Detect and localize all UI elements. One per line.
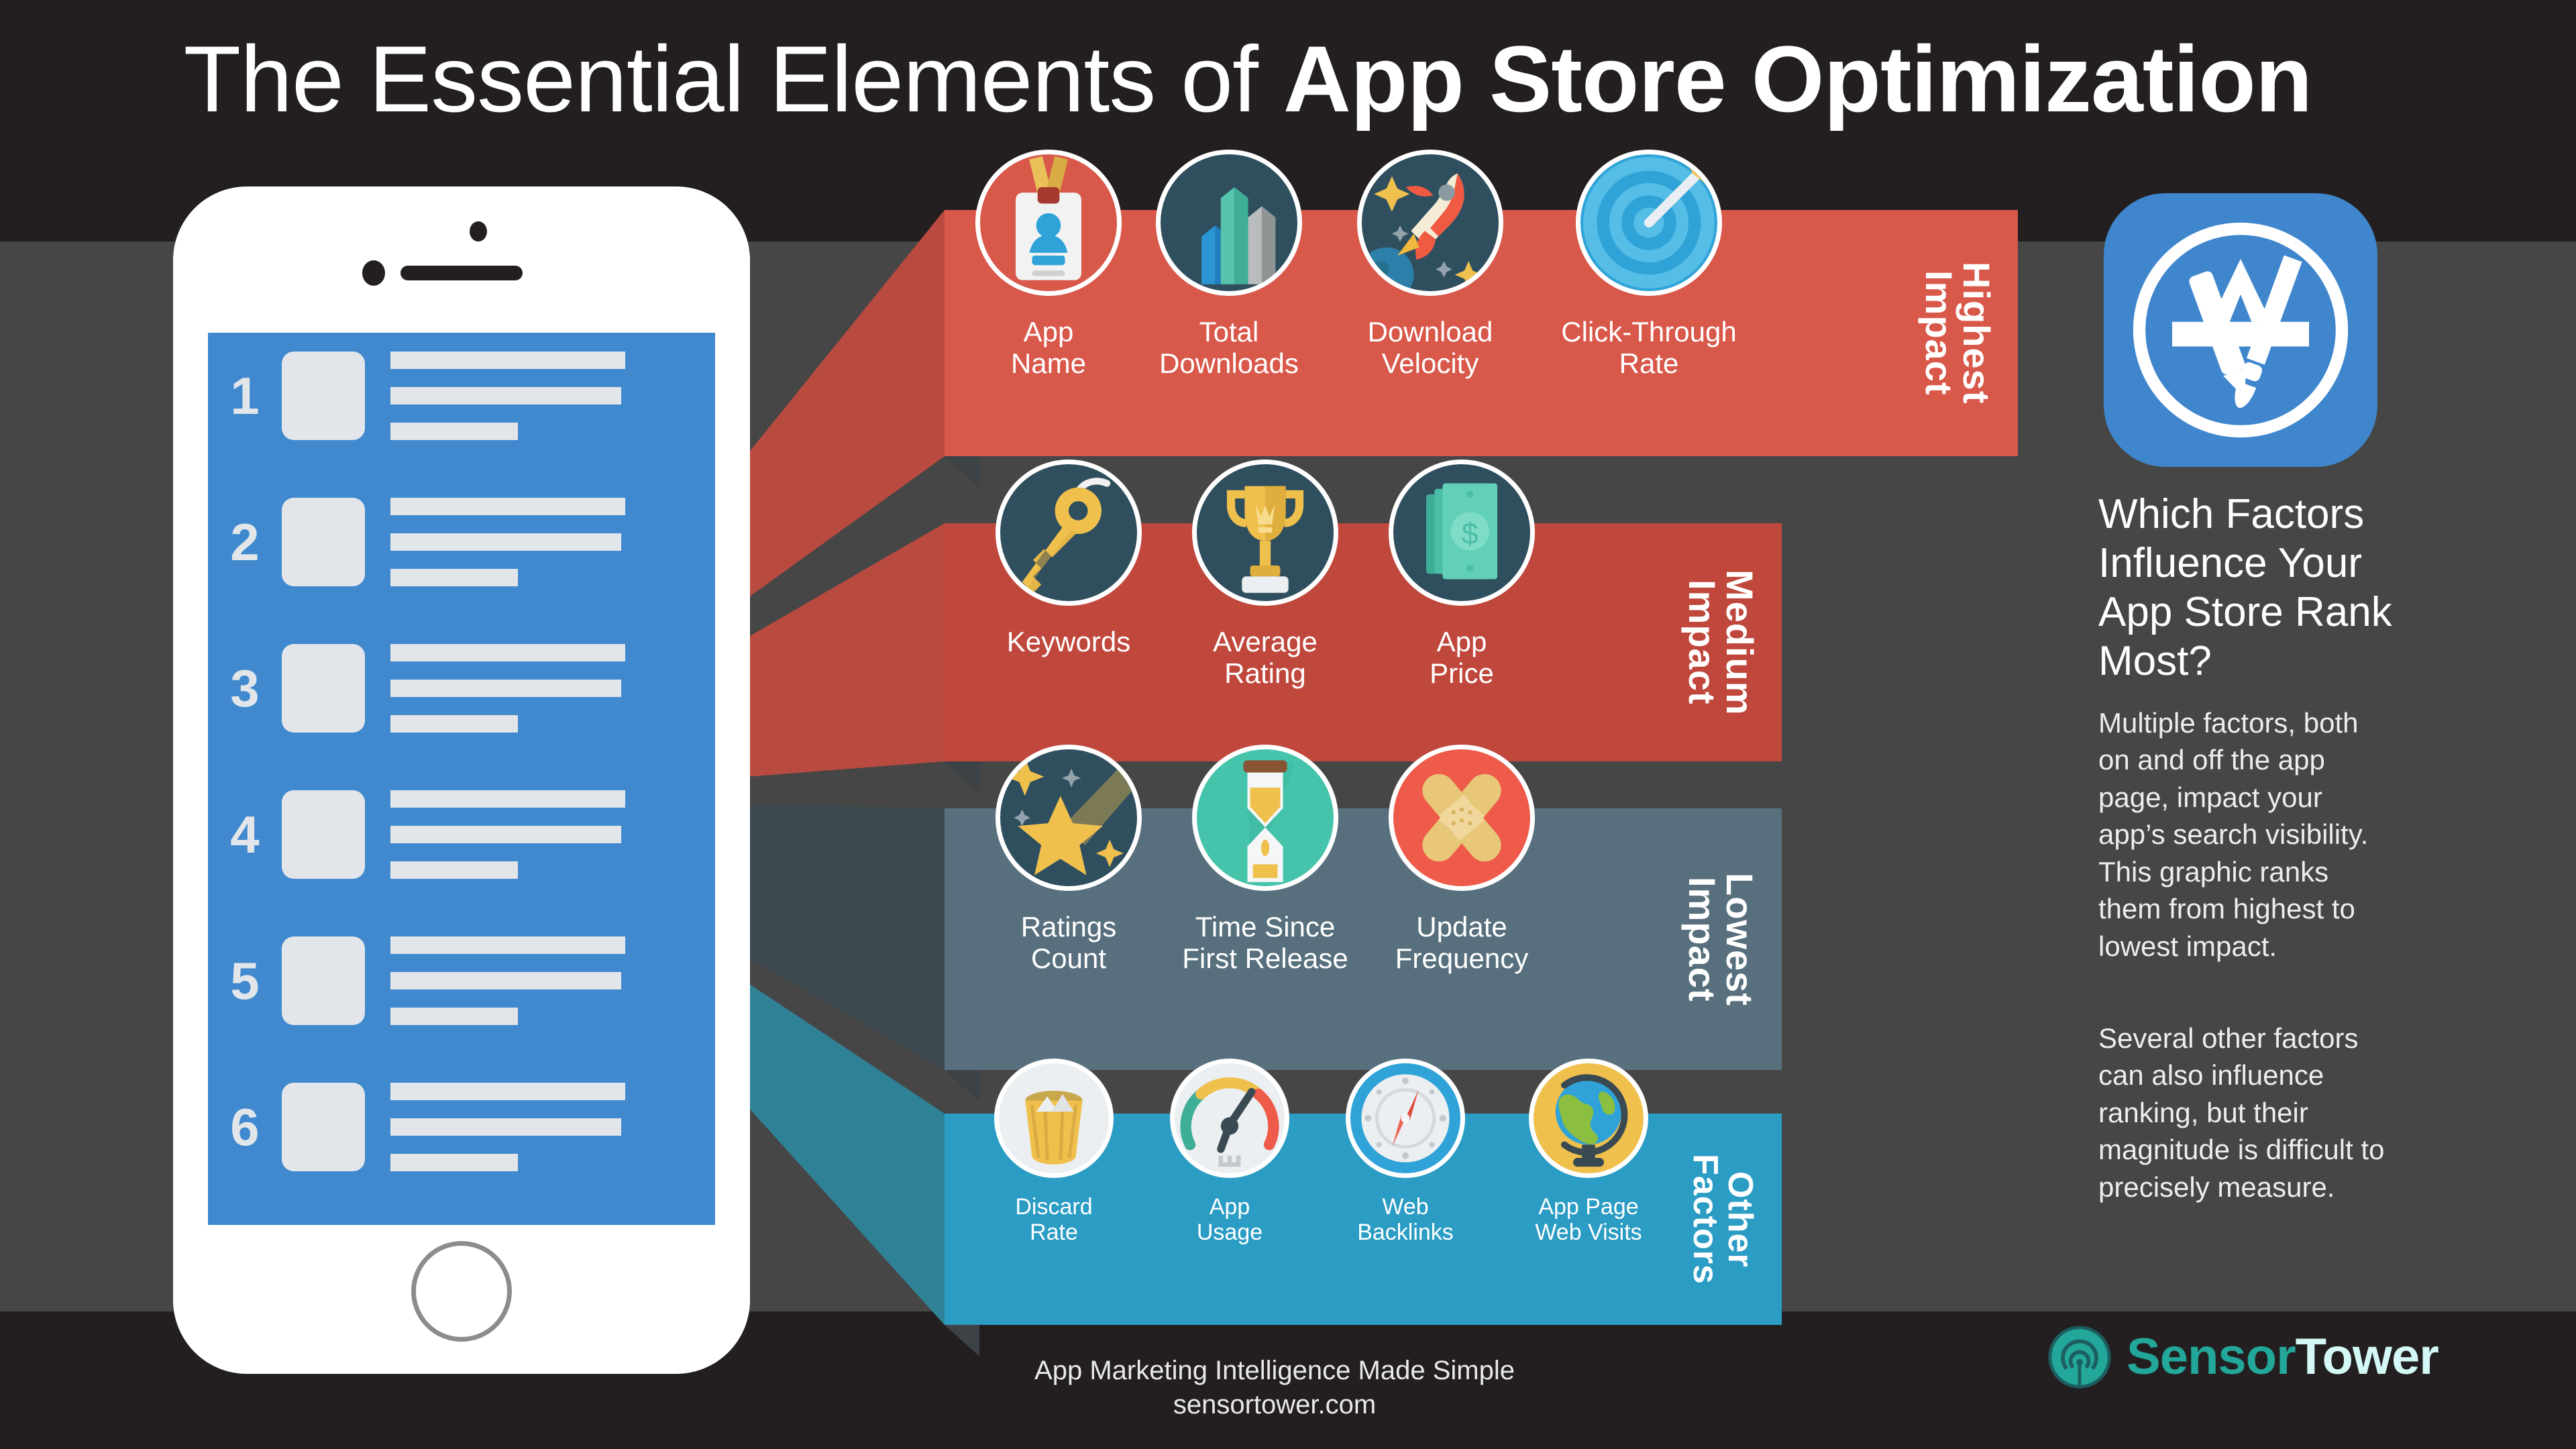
phone-sensor-dot-icon — [470, 221, 487, 241]
phone-home-button[interactable] — [411, 1241, 512, 1342]
band-label: Lowest Impact — [1681, 872, 1761, 1006]
factor-label: Time Since First Release — [1182, 911, 1348, 975]
app-list-row[interactable]: 1 — [208, 342, 715, 449]
impact-band-medium: Keywords Average Rating $ App Price Medi… — [945, 460, 1782, 761]
factor-cell[interactable]: App Name — [969, 150, 1128, 456]
globe-icon — [1529, 1059, 1648, 1178]
app-list-row[interactable]: 5 — [208, 927, 715, 1034]
impact-band-highest: App Name Total Downloads Download Veloci… — [945, 150, 2018, 456]
band-label: Medium Impact — [1681, 569, 1761, 716]
factor-cell[interactable]: Web Backlinks — [1318, 1059, 1493, 1325]
band-label: Other Factors — [1686, 1154, 1760, 1285]
bar-chart-icon — [1156, 150, 1302, 296]
factor-cell[interactable]: Ratings Count — [971, 745, 1166, 1070]
hourglass-icon — [1192, 745, 1338, 891]
speedometer-icon — [1170, 1059, 1289, 1178]
factor-cell[interactable]: Average Rating — [1166, 460, 1364, 761]
compass-icon — [1346, 1059, 1465, 1178]
rocket-icon — [1357, 150, 1503, 296]
factor-label: Discard Rate — [1015, 1194, 1093, 1246]
factor-cell[interactable]: $ App Price — [1364, 460, 1559, 761]
sidebar-heading: Which Factors Influence Your App Store R… — [2098, 491, 2392, 685]
phone-mockup: 1 2 3 4 5 6 — [173, 186, 750, 1374]
app-store-icon — [2104, 193, 2377, 467]
factor-cell[interactable]: Download Velocity — [1330, 150, 1531, 456]
factor-label: Download Velocity — [1367, 316, 1493, 380]
app-text-placeholder — [390, 936, 625, 1025]
factor-label: Web Backlinks — [1357, 1194, 1454, 1246]
svg-text:$: $ — [1462, 516, 1479, 550]
factor-label: Update Frequency — [1395, 911, 1529, 975]
factor-cell[interactable]: App Usage — [1142, 1059, 1318, 1325]
app-list-row[interactable]: 6 — [208, 1073, 715, 1181]
app-text-placeholder — [390, 498, 625, 586]
rank-number: 4 — [230, 805, 260, 864]
sidebar-paragraph-1: Multiple factors, both on and off the ap… — [2098, 707, 2369, 962]
rank-number: 1 — [230, 366, 260, 425]
app-icon-placeholder — [282, 644, 365, 733]
factor-cell[interactable]: App Page Web Visits — [1493, 1059, 1684, 1325]
app-text-placeholder — [390, 1083, 625, 1171]
rank-number: 5 — [230, 951, 260, 1010]
factor-cell[interactable]: Discard Rate — [966, 1059, 1142, 1325]
app-list-row[interactable]: 4 — [208, 781, 715, 888]
sensor-tower-wordmark: SensorTower — [2127, 1332, 2439, 1383]
app-text-placeholder — [390, 790, 625, 879]
factor-label: Ratings Count — [1020, 911, 1117, 975]
page-title-bold: App Store Optimization — [1283, 26, 2313, 131]
bandage-icon — [1389, 745, 1535, 891]
phone-speaker-icon — [400, 266, 523, 280]
app-text-placeholder — [390, 644, 625, 733]
key-icon — [996, 460, 1142, 606]
app-icon-placeholder — [282, 1083, 365, 1171]
factor-label: Average Rating — [1213, 626, 1318, 690]
sidebar-paragraph-2: Several other factors can also influence… — [2098, 1022, 2385, 1203]
sensor-tower-logo-icon — [2048, 1326, 2111, 1389]
sensor-tower-logo[interactable]: SensorTower — [2047, 1325, 2439, 1389]
band-label: Highest Impact — [1918, 262, 1998, 405]
money-icon: $ — [1389, 460, 1535, 606]
logo-text-primary: Sensor — [2127, 1328, 2296, 1385]
logo-text-secondary: Tower — [2295, 1328, 2439, 1385]
page-title-light: The Essential Elements of — [183, 26, 1283, 131]
factor-label: App Price — [1430, 626, 1494, 690]
rank-number: 3 — [230, 659, 260, 718]
factor-label: App Page Web Visits — [1535, 1194, 1642, 1246]
infographic-canvas: The Essential Elements of App Store Opti… — [0, 0, 2576, 1449]
factor-cell[interactable]: Update Frequency — [1364, 745, 1559, 1070]
app-list-row[interactable]: 2 — [208, 488, 715, 596]
impact-band-lowest: Ratings Count Time Since First Release U… — [945, 745, 1782, 1070]
footer-tagline: App Marketing Intelligence Made Simple — [1034, 1356, 1515, 1385]
phone-camera-icon — [362, 260, 385, 286]
shooting-star-icon — [996, 745, 1142, 891]
factor-cell[interactable]: Keywords — [971, 460, 1166, 761]
factor-label: Click-Through Rate — [1561, 316, 1737, 380]
app-text-placeholder — [390, 352, 625, 440]
factor-cell[interactable]: Total Downloads — [1128, 150, 1330, 456]
trash-bin-icon — [994, 1059, 1114, 1178]
id-badge-icon — [975, 150, 1122, 296]
factor-cell[interactable]: Time Since First Release — [1166, 745, 1364, 1070]
factor-label: App Usage — [1196, 1194, 1263, 1246]
app-icon-placeholder — [282, 936, 365, 1025]
page-title: The Essential Elements of App Store Opti… — [0, 32, 2496, 126]
phone-screen: 1 2 3 4 5 6 — [208, 333, 715, 1225]
rank-number: 6 — [230, 1097, 260, 1157]
footer: App Marketing Intelligence Made Simple s… — [926, 1354, 1623, 1422]
app-icon-placeholder — [282, 790, 365, 879]
factor-label: App Name — [1010, 316, 1087, 380]
footer-url[interactable]: sensortower.com — [926, 1388, 1623, 1422]
app-list-row[interactable]: 3 — [208, 635, 715, 742]
factor-label: Keywords — [1006, 626, 1131, 657]
factor-cell[interactable]: Click-Through Rate — [1531, 150, 1767, 456]
app-icon-placeholder — [282, 352, 365, 440]
app-icon-placeholder — [282, 498, 365, 586]
target-arrow-icon — [1576, 150, 1722, 296]
trophy-icon — [1192, 460, 1338, 606]
impact-band-other: Discard Rate App Usage Web Backlinks App… — [945, 1059, 1782, 1325]
factor-label: Total Downloads — [1159, 316, 1299, 380]
rank-number: 2 — [230, 513, 260, 572]
